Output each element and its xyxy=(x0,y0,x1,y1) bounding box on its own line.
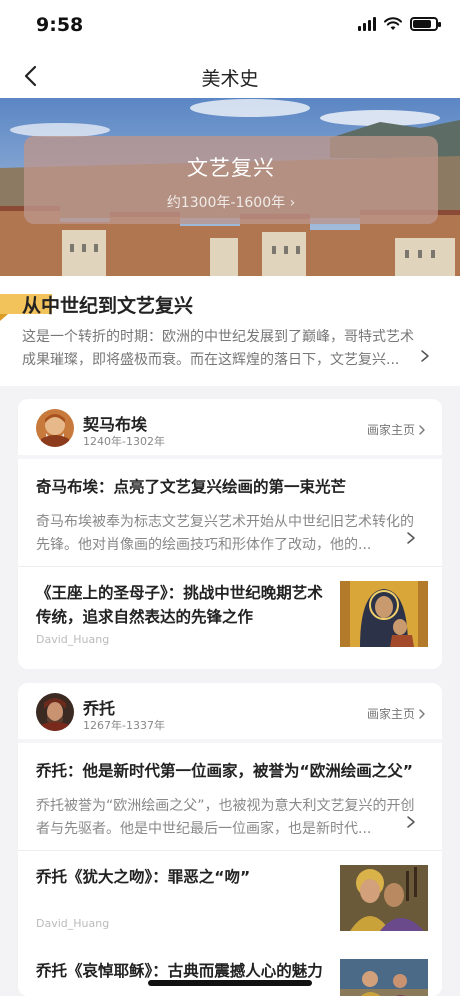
painter-header[interactable]: 契马布埃 1240年-1302年 画家主页 xyxy=(18,399,442,459)
article-thumbnail xyxy=(340,959,428,996)
painter-years: 1240年-1302年 xyxy=(83,435,165,448)
painter-name: 契马布埃 xyxy=(83,415,148,434)
feature-article[interactable]: 乔托：他是新时代第一位画家，被誉为“欧洲绘画之父” 乔托被誉为“欧洲绘画之父”，… xyxy=(18,743,442,851)
feature-text: 乔托被誉为“欧洲绘画之父”，也被视为意大利文艺复兴的开创者与先驱者。他是中世纪最… xyxy=(36,798,415,837)
painter-card: 乔托 1267年-1337年 画家主页 乔托：他是新时代第一位画家，被誉为“欧洲… xyxy=(18,683,442,996)
signal-icon xyxy=(358,17,376,31)
chevron-right-icon xyxy=(419,424,425,435)
painter-home-label: 画家主页 xyxy=(366,423,415,437)
painter-home-link[interactable]: 画家主页 xyxy=(367,421,426,438)
article-thumbnail xyxy=(340,581,428,647)
feature-title: 奇马布埃：点亮了文艺复兴绘画的第一束光芒 xyxy=(36,478,347,496)
intro-text: 这是一个转折的时期：欧洲的中世纪发展到了巅峰，哥特式艺术成果璀璨，即将盛极而衰。… xyxy=(22,329,414,368)
page-title: 美术史 xyxy=(201,68,259,90)
article-row[interactable]: 乔托《犹大之吻》：罪恶之“吻” David_Huang xyxy=(18,851,442,945)
chevron-right-icon[interactable] xyxy=(406,815,416,829)
chevron-right-icon[interactable] xyxy=(420,349,430,363)
home-indicator[interactable] xyxy=(148,980,312,986)
hero-title: 文艺复兴 xyxy=(187,156,275,180)
wifi-icon xyxy=(384,17,402,30)
article-title: 《王座上的圣母子》：挑战中世纪晚期艺术传统，追求自然表达的先锋之作 xyxy=(36,584,323,626)
article-author: David_Huang xyxy=(36,917,110,930)
article-title: 乔托《犹大之吻》：罪恶之“吻” xyxy=(36,868,251,886)
avatar[interactable] xyxy=(36,409,74,447)
battery-icon xyxy=(410,17,441,31)
article-author: David_Huang xyxy=(36,633,110,646)
nav-bar: 美术史 xyxy=(0,54,460,98)
painter-header[interactable]: 乔托 1267年-1337年 画家主页 xyxy=(18,683,442,743)
status-bar: 9:58 xyxy=(0,0,460,54)
feature-title: 乔托：他是新时代第一位画家，被誉为“欧洲绘画之父” xyxy=(36,762,413,780)
status-icons xyxy=(358,17,441,31)
painter-years: 1267年-1337年 xyxy=(83,719,165,732)
status-time: 9:58 xyxy=(36,14,84,36)
intro-title: 从中世纪到文艺复兴 xyxy=(22,295,194,317)
intro-section[interactable]: 从中世纪到文艺复兴 这是一个转折的时期：欧洲的中世纪发展到了巅峰，哥特式艺术成果… xyxy=(0,276,460,386)
painter-card: 契马布埃 1240年-1302年 画家主页 奇马布埃：点亮了文艺复兴绘画的第一束… xyxy=(18,399,442,669)
hero-period: 约1300年-1600年 › xyxy=(166,195,296,211)
hero-banner[interactable]: 文艺复兴 约1300年-1600年 › xyxy=(0,98,460,276)
chevron-right-icon xyxy=(419,708,425,719)
article-row[interactable]: 乔托《哀悼耶稣》：古典而震撼人心的魅力 xyxy=(18,945,442,996)
painter-home-label: 画家主页 xyxy=(366,707,415,721)
painter-home-link[interactable]: 画家主页 xyxy=(367,705,426,722)
feature-article[interactable]: 奇马布埃：点亮了文艺复兴绘画的第一束光芒 奇马布埃被奉为标志文艺复兴艺术开始从中… xyxy=(18,459,442,567)
chevron-right-icon[interactable] xyxy=(406,531,416,545)
article-thumbnail xyxy=(340,865,428,931)
feature-text: 奇马布埃被奉为标志文艺复兴艺术开始从中世纪旧艺术转化的先锋。他对肖像画的绘画技巧… xyxy=(36,514,414,553)
hero-card[interactable]: 文艺复兴 约1300年-1600年 › xyxy=(24,136,438,224)
avatar[interactable] xyxy=(36,693,74,731)
painter-name: 乔托 xyxy=(83,699,116,718)
article-row[interactable]: 《王座上的圣母子》：挑战中世纪晚期艺术传统，追求自然表达的先锋之作 David_… xyxy=(18,567,442,661)
